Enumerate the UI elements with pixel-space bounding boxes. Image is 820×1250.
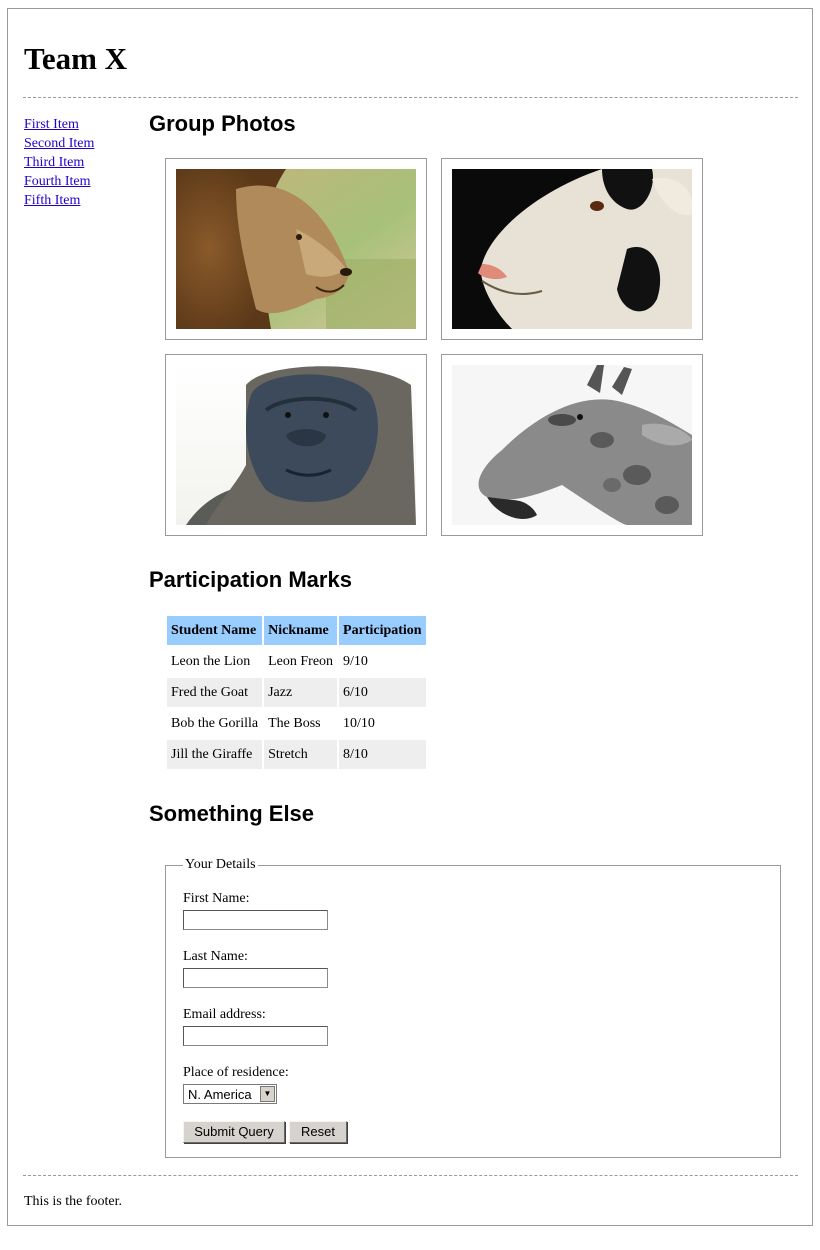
sidebar-item-fourth[interactable]: Fourth Item xyxy=(24,172,94,191)
gorilla-photo xyxy=(176,365,416,525)
photo-frame-goat xyxy=(441,158,703,340)
column-header-nickname: Nickname xyxy=(264,616,338,645)
table-cell: Leon the Lion xyxy=(171,653,251,669)
table-row: Fred the Goat Jazz 6/10 xyxy=(167,678,426,707)
site-title: Team X xyxy=(24,41,128,76)
table-cell: Stretch xyxy=(264,740,338,769)
something-else-heading: Something Else xyxy=(149,801,315,826)
photo-frame-gorilla xyxy=(165,354,427,536)
sidebar-item-second[interactable]: Second Item xyxy=(24,134,94,153)
footer-divider xyxy=(23,1175,798,1176)
last-name-label: Last Name: xyxy=(183,949,248,964)
table-cell: 10/10 xyxy=(343,715,375,731)
header-divider xyxy=(23,97,798,98)
table-row: Jill the Giraffe Stretch 8/10 xyxy=(167,740,426,769)
table-cell: Leon Freon xyxy=(268,653,334,669)
table-cell: Bob the Gorilla xyxy=(171,715,259,731)
column-header-participation: Participation xyxy=(339,616,426,645)
sidebar-item-fifth[interactable]: Fifth Item xyxy=(24,191,94,210)
sidebar-item-third[interactable]: Third Item xyxy=(24,153,94,172)
fieldset-legend: Your Details xyxy=(185,857,256,872)
table-cell: The Boss xyxy=(268,715,321,731)
table-row: Bob the Gorilla The Boss 10/10 xyxy=(167,709,426,738)
first-name-field[interactable] xyxy=(183,910,328,930)
table-cell: Fred the Goat xyxy=(167,678,263,707)
lion-photo xyxy=(176,169,416,329)
participation-marks-heading: Participation Marks xyxy=(149,567,352,592)
sidebar-item-first[interactable]: First Item xyxy=(24,115,94,134)
table-cell: Jazz xyxy=(264,678,338,707)
chevron-down-icon[interactable]: ▼ xyxy=(260,1086,275,1102)
column-header-student-name: Student Name xyxy=(167,616,263,645)
table-row: Leon the Lion Leon Freon 9/10 xyxy=(167,647,426,676)
submit-button[interactable]: Submit Query xyxy=(183,1121,285,1143)
email-label: Email address: xyxy=(183,1007,266,1022)
reset-button[interactable]: Reset xyxy=(289,1121,347,1143)
table-cell: 6/10 xyxy=(339,678,426,707)
photo-frame-giraffe xyxy=(441,354,703,536)
first-name-label: First Name: xyxy=(183,891,250,906)
group-photos-heading: Group Photos xyxy=(149,111,296,136)
table-header-row: Student Name Nickname Participation xyxy=(167,616,426,645)
table-cell: 8/10 xyxy=(339,740,426,769)
footer-text: This is the footer. xyxy=(24,1194,122,1209)
residence-selected-value: N. America xyxy=(188,1087,252,1102)
page-frame: Team X First Item Second Item Third Item… xyxy=(7,8,813,1226)
sidebar-nav: First Item Second Item Third Item Fourth… xyxy=(24,115,94,210)
residence-label: Place of residence: xyxy=(183,1065,289,1080)
residence-select[interactable]: N. America ▼ xyxy=(183,1084,277,1104)
last-name-field[interactable] xyxy=(183,968,328,988)
goat-photo xyxy=(452,169,692,329)
photo-frame-lion xyxy=(165,158,427,340)
giraffe-photo xyxy=(452,365,692,525)
email-field[interactable] xyxy=(183,1026,328,1046)
your-details-fieldset: Your Details First Name: Last Name: Emai… xyxy=(165,857,781,1158)
participation-table: Student Name Nickname Participation Leon… xyxy=(165,614,428,771)
table-cell: 9/10 xyxy=(343,653,368,669)
table-cell: Jill the Giraffe xyxy=(167,740,263,769)
